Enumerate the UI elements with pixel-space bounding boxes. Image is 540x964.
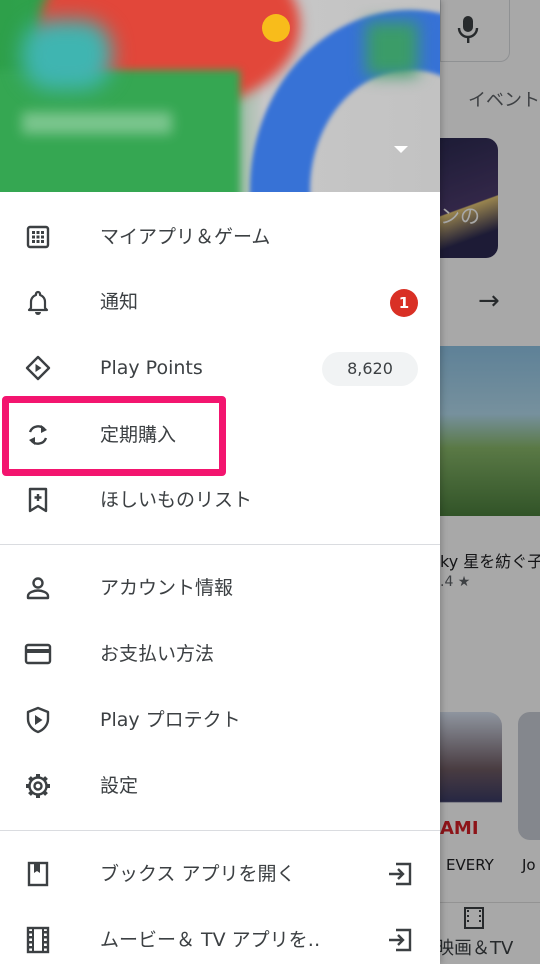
section-divider (0, 544, 440, 545)
menu-item-open-books[interactable]: ブックス アプリを開く (0, 842, 440, 906)
navigation-drawer: マイアプリ＆ゲーム 通知 1 Play Points 8,620 定期購入 ほし… (0, 0, 440, 964)
menu-item-label: 設定 (100, 775, 139, 797)
notification-count-badge: 1 (390, 289, 418, 317)
shield-play-icon (24, 706, 52, 734)
open-app-icon (386, 926, 414, 954)
open-app-icon (386, 860, 414, 888)
menu-item-label: 通知 (100, 291, 139, 313)
gear-icon (24, 772, 52, 800)
menu-item-wishlist[interactable]: ほしいものリスト (0, 468, 440, 532)
bookmark-plus-icon (24, 486, 52, 514)
menu-item-label: Play プロテクト (100, 709, 241, 731)
menu-item-account[interactable]: アカウント情報 (0, 556, 440, 620)
menu-item-label: アカウント情報 (100, 577, 234, 599)
person-icon (24, 574, 52, 602)
play-points-diamond-icon (24, 354, 52, 382)
menu-item-play-protect[interactable]: Play プロテクト (0, 688, 440, 752)
menu-item-label: マイアプリ＆ゲーム (100, 226, 271, 248)
credit-card-icon (24, 640, 52, 668)
avatar[interactable] (22, 20, 112, 90)
menu-item-label: Play Points (100, 357, 203, 379)
section-divider (0, 830, 440, 831)
menu-item-settings[interactable]: 設定 (0, 754, 440, 818)
bell-icon (24, 288, 52, 316)
menu-item-label: ほしいものリスト (100, 489, 253, 511)
book-icon (24, 860, 52, 888)
secondary-avatar[interactable] (366, 22, 418, 76)
menu-item-label: ブックス アプリを開く (100, 863, 296, 885)
account-name-blurred (22, 112, 172, 134)
menu-item-payment-methods[interactable]: お支払い方法 (0, 622, 440, 686)
menu-item-open-movies-tv[interactable]: ムービー＆ TV アプリを‥ (0, 908, 440, 964)
caret-down-icon[interactable] (394, 146, 408, 153)
play-points-balance[interactable]: 8,620 (322, 352, 418, 386)
film-icon (24, 926, 52, 954)
menu-item-my-apps[interactable]: マイアプリ＆ゲーム (0, 205, 440, 269)
menu-item-label: お支払い方法 (100, 643, 215, 665)
highlight-box (2, 396, 226, 476)
menu-item-notifications[interactable]: 通知 (0, 270, 440, 334)
apps-grid-icon (24, 223, 52, 251)
account-header[interactable] (0, 0, 440, 192)
menu-item-label: ムービー＆ TV アプリを‥ (100, 929, 321, 951)
